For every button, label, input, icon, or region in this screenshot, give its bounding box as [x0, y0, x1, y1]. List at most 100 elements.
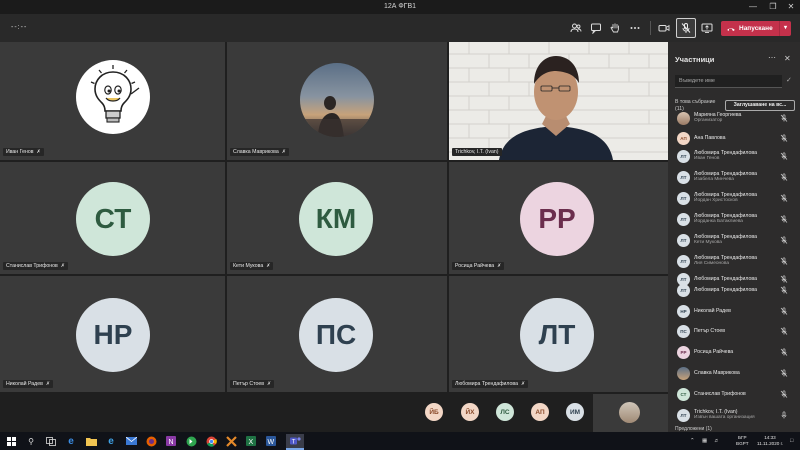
participant-row[interactable]: РР Росица Райчева [668, 344, 800, 362]
video-tile-slavka[interactable]: Славка Маврикова ✗ [227, 42, 447, 160]
microphone-toggle-button[interactable] [676, 18, 696, 38]
microphone-muted-icon: ✗ [60, 263, 65, 269]
share-screen-button[interactable] [699, 20, 715, 36]
minimize-icon[interactable]: — [744, 0, 762, 14]
participant-row[interactable]: ЛТ Любомира Трендафилова [668, 282, 800, 300]
chrome-icon[interactable] [204, 434, 218, 448]
participants-button[interactable] [568, 20, 584, 36]
teams-taskbar-icon[interactable]: T [286, 434, 304, 448]
participant-name: Ана Павлова [694, 135, 726, 141]
participant-subtitle: Организатор [694, 118, 723, 123]
microphone-muted-icon[interactable] [780, 114, 788, 122]
video-tile-rositsa[interactable]: РР Росица Райчева ✗ [449, 162, 668, 274]
overflow-avatar[interactable]: АП [531, 403, 549, 421]
overflow-avatar[interactable]: ЙБ [425, 403, 443, 421]
microphone-muted-icon[interactable] [780, 194, 788, 202]
video-tile-ivan[interactable]: Иван Генов ✗ [0, 42, 225, 160]
more-icon[interactable]: ⋯ [768, 53, 776, 62]
microphone-muted-icon[interactable] [780, 327, 788, 335]
participant-row[interactable]: ЛТ Любомира Трендафилова Кети Мукова [668, 232, 800, 250]
microphone-muted-icon[interactable] [780, 215, 788, 223]
participant-row[interactable]: Марияна Георгиева Организатор [668, 110, 800, 128]
leave-label: Напускане [739, 25, 773, 32]
green-app-icon[interactable] [184, 434, 198, 448]
participant-row[interactable]: ЛТ Любомира Трендафилова Лия Симеонова [668, 253, 800, 271]
file-explorer-icon[interactable] [84, 434, 98, 448]
participant-row[interactable]: ЛТ Trichkov, I.T. (Ivan) Извън вашата орга… [668, 407, 800, 425]
microphone-muted-icon[interactable] [780, 348, 788, 356]
microphone-muted-icon[interactable] [780, 134, 788, 142]
microphone-muted-icon: ✗ [266, 263, 271, 269]
firefox-icon[interactable] [144, 434, 158, 448]
task-view-icon[interactable] [44, 434, 58, 448]
search-icon[interactable]: ⚲ [24, 434, 38, 448]
raise-hand-button[interactable] [607, 20, 623, 36]
video-tile-keti[interactable]: КМ Кети Мукова ✗ [227, 162, 447, 274]
participant-row[interactable]: ЛТ Любомира Трендафилова Йордан Христосков [668, 190, 800, 208]
self-preview-tile[interactable] [593, 394, 668, 432]
avatar-initials: РР [520, 182, 594, 256]
chat-button[interactable] [588, 20, 604, 36]
avatar-initials: НР [76, 298, 150, 372]
participant-subtitle: Иван Генов [694, 156, 720, 161]
video-tile-stanislav[interactable]: СТ Станислав Трифонов ✗ [0, 162, 225, 274]
camera-toggle-button[interactable] [656, 20, 672, 36]
overflow-avatar[interactable]: ЛС [496, 403, 514, 421]
edge-browser-icon[interactable]: e [64, 434, 78, 448]
excel-icon[interactable]: X [244, 434, 258, 448]
participant-row[interactable]: Славка Маврикова [668, 365, 800, 383]
microphone-icon[interactable] [780, 411, 788, 419]
participant-avatar [677, 367, 690, 380]
word-icon[interactable]: W [264, 434, 278, 448]
system-clock[interactable]: 14:33 11.11.2020 г. [757, 435, 783, 447]
avatar-lightbulb-cartoon [76, 60, 150, 134]
participant-row[interactable]: НР Николай Радев [668, 303, 800, 321]
microphone-muted-icon[interactable] [780, 257, 788, 265]
participant-avatar: ЛТ [677, 213, 690, 226]
video-tile-petar[interactable]: ПС Петър Стоев ✗ [227, 276, 447, 392]
participant-row[interactable]: ЛТ Любомира Трендафилова Иван Генов [668, 148, 800, 166]
microphone-muted-icon[interactable] [780, 173, 788, 181]
participant-row[interactable]: ЛТ Любомира Трендафилова Изабела Минчева [668, 169, 800, 187]
participant-row[interactable]: ПС Петър Стоев [668, 323, 800, 341]
more-actions-button[interactable] [627, 20, 643, 36]
participant-name: Кети Мукова [233, 263, 264, 269]
microphone-muted-icon[interactable] [780, 152, 788, 160]
participants-panel: Участници ⋯ ✕ Въведете име ✓ В това събр… [668, 42, 800, 432]
keyboard-language[interactable]: БГР BGPT [736, 435, 749, 447]
maximize-icon[interactable]: ❐ [764, 0, 782, 14]
microphone-muted-icon[interactable] [780, 307, 788, 315]
app-icon[interactable] [224, 434, 238, 448]
close-icon[interactable]: ✕ [784, 54, 791, 63]
participant-name: Иван Генов [6, 149, 34, 155]
mail-icon[interactable] [124, 434, 138, 448]
leave-options-chevron-icon[interactable]: ▾ [779, 21, 791, 36]
participant-row[interactable]: ЛТ Любомира Трендафилова Йорданка Батаклие… [668, 211, 800, 229]
participant-subtitle: Лия Симеонова [694, 261, 730, 266]
microphone-muted-icon[interactable] [780, 369, 788, 377]
microphone-muted-icon [681, 23, 691, 33]
microphone-muted-icon[interactable] [780, 286, 788, 294]
video-tile-nikolay[interactable]: НР Николай Радев ✗ [0, 276, 225, 392]
windows-start-icon[interactable] [4, 434, 18, 448]
internet-explorer-icon[interactable]: e [104, 434, 118, 448]
microphone-muted-icon[interactable] [780, 236, 788, 244]
tray-chevron-icon[interactable]: ⌃ [690, 438, 695, 444]
checkmark-icon[interactable]: ✓ [786, 76, 792, 84]
hand-icon [610, 23, 619, 33]
microphone-muted-icon[interactable] [780, 390, 788, 398]
overflow-avatar[interactable]: ИМ [566, 403, 584, 421]
participant-row[interactable]: СТ Станислав Трифонов [668, 386, 800, 404]
network-icon[interactable]: ▦ [702, 438, 707, 444]
video-tile-lyubomira[interactable]: ЛТ Любомира Трендафилова ✗ [449, 276, 668, 392]
overflow-avatar[interactable]: ЙХ [461, 403, 479, 421]
notifications-icon[interactable]: □ [790, 438, 793, 444]
close-window-icon[interactable]: ✕ [782, 0, 800, 14]
volume-icon[interactable]: ♬ [714, 438, 720, 444]
leave-meeting-button[interactable]: Напускане ▾ [721, 21, 791, 36]
svg-text:T: T [291, 439, 295, 445]
participant-row[interactable]: АП Ана Павлова [668, 130, 800, 148]
onenote-icon[interactable]: N [164, 434, 178, 448]
video-tile-trichkov[interactable]: Trichkov, I.T. (Ivan) [449, 42, 668, 160]
participant-search-input[interactable]: Въведете име [675, 75, 782, 88]
